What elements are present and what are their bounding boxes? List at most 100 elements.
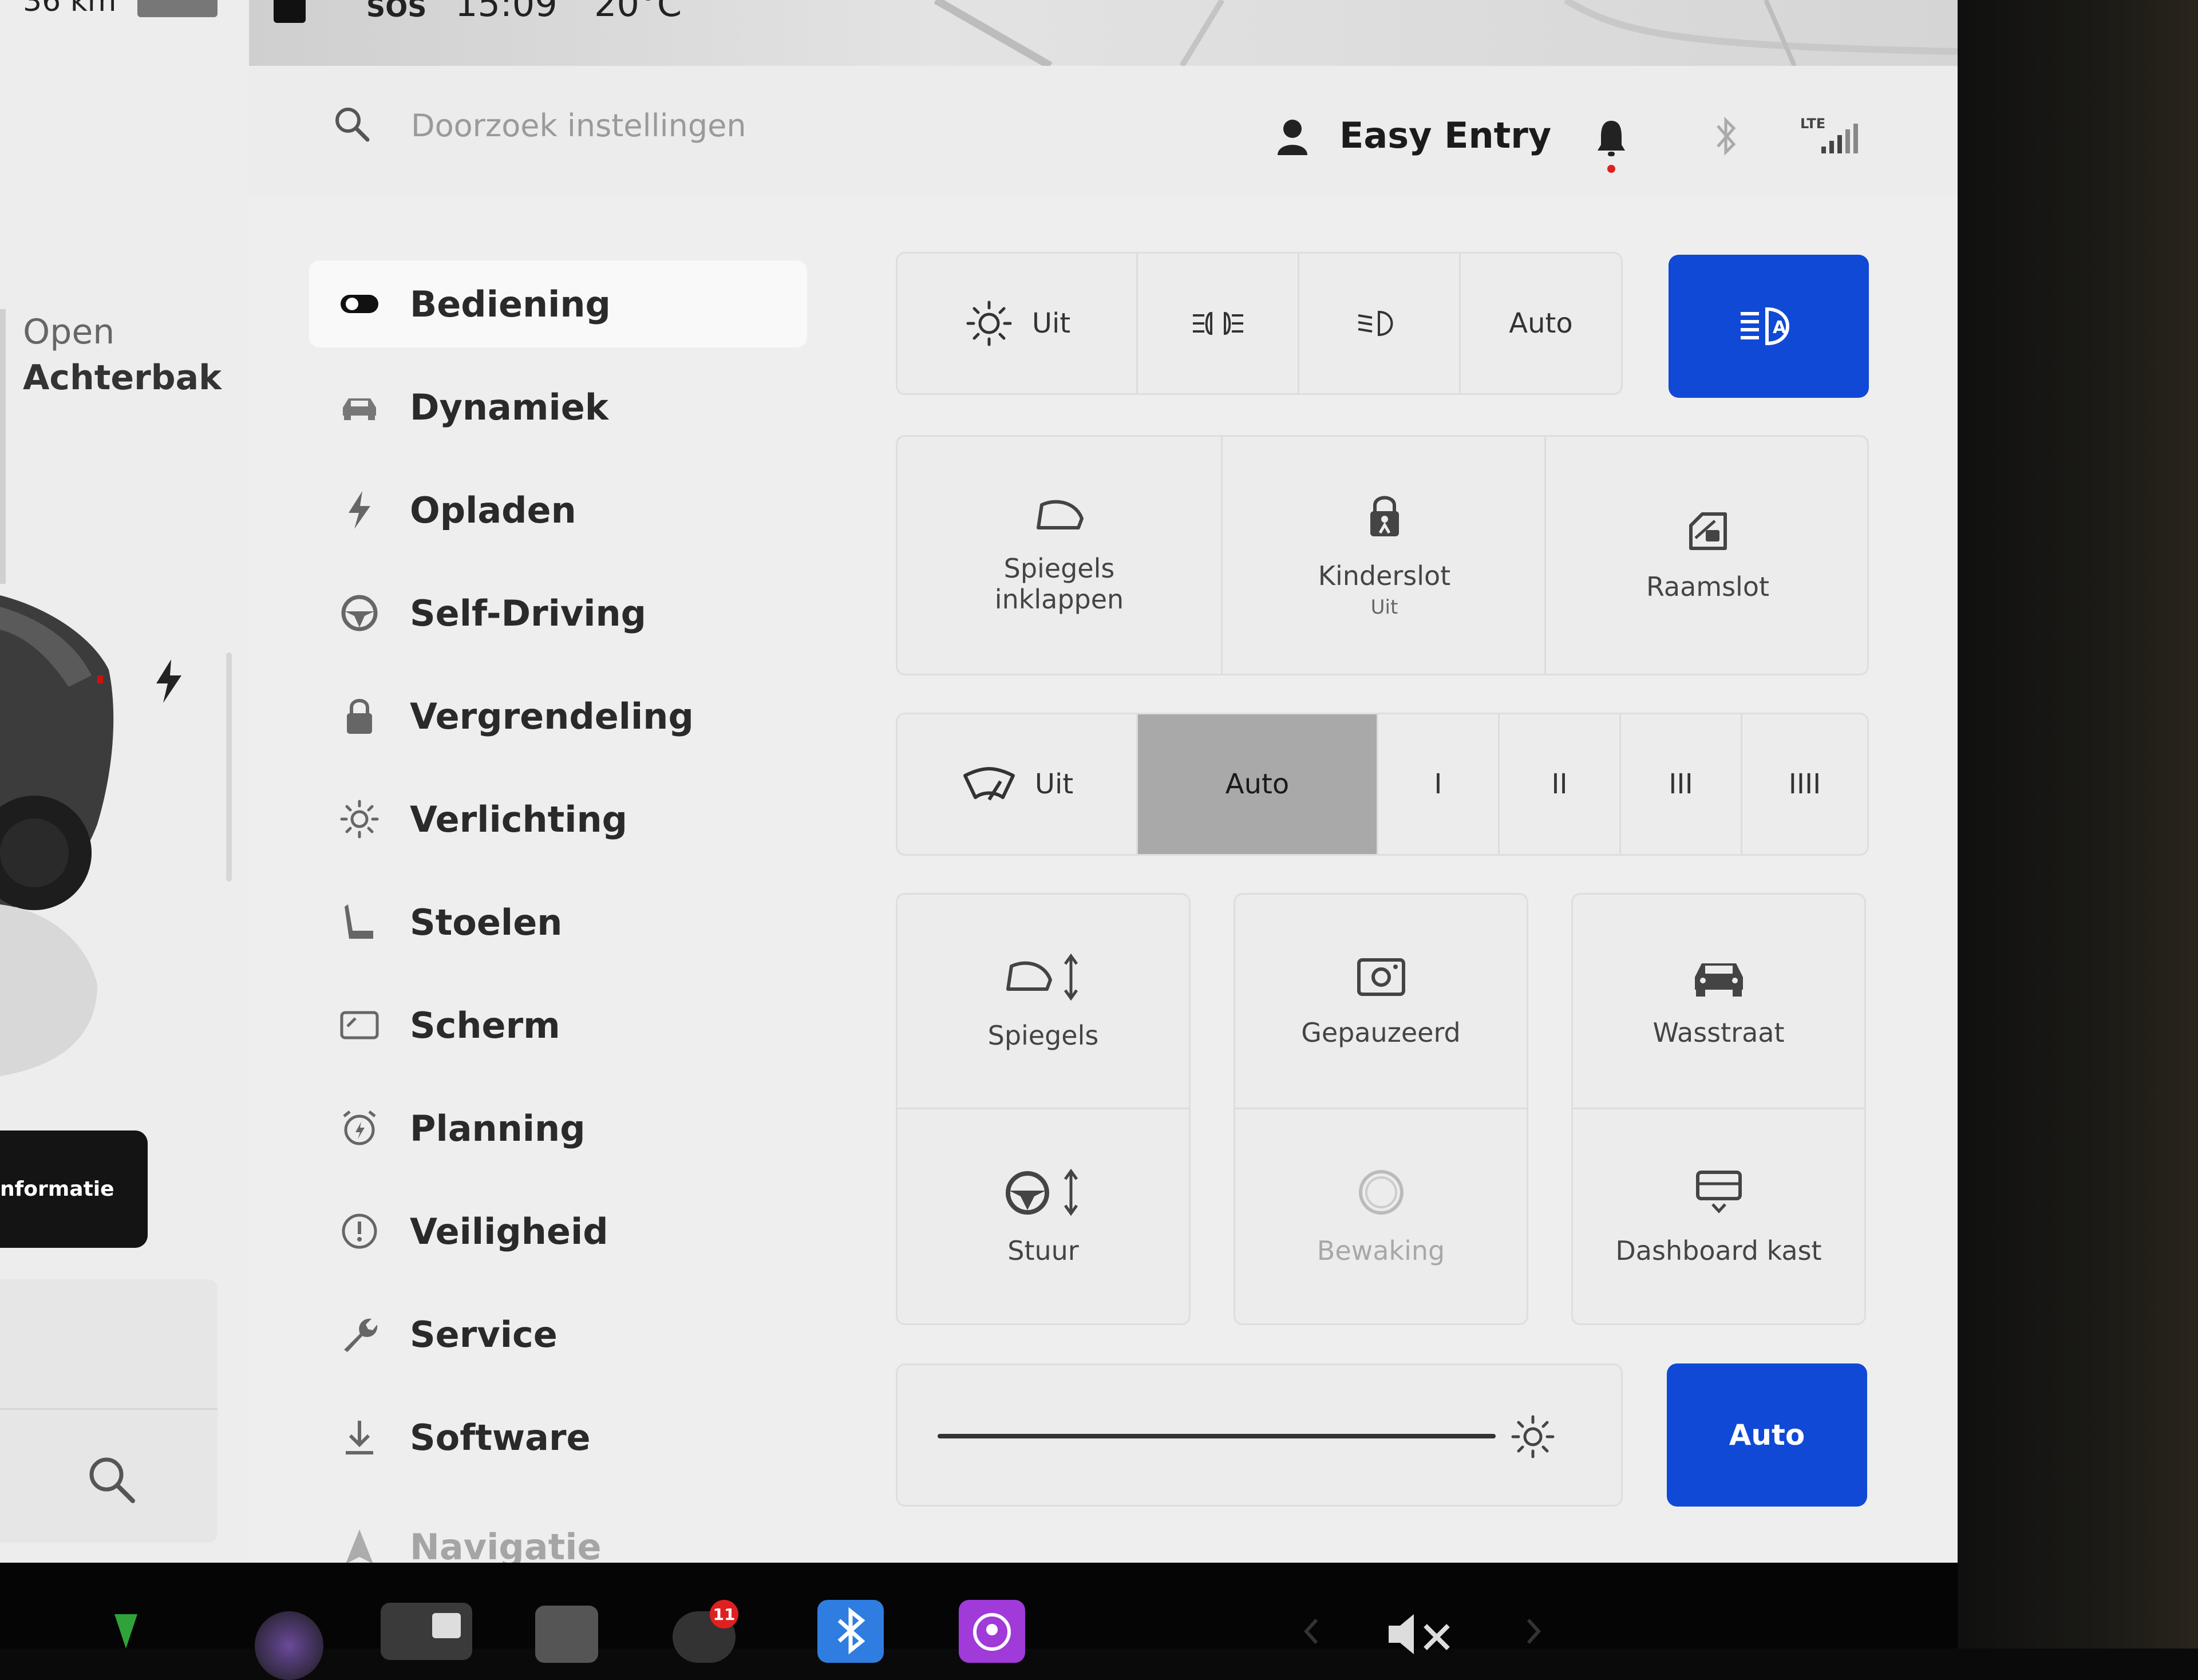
wiper-speed-label: I (1434, 768, 1442, 800)
sidebar-item-scherm[interactable]: Scherm (309, 982, 807, 1069)
volume-muted-icon[interactable] (1385, 1608, 1460, 1660)
glovebox-button[interactable]: Dashboard kast (1573, 1109, 1864, 1323)
search-icon[interactable] (86, 1454, 137, 1505)
clock: 15:09 (455, 0, 558, 25)
camera-app-icon[interactable] (255, 1611, 323, 1680)
sidebar-item-label: Self-Driving (410, 592, 647, 634)
dashcam-button[interactable]: Gepauzeerd (1235, 895, 1527, 1108)
sidebar-item-label: Planning (410, 1107, 586, 1149)
bluetooth-icon[interactable] (1709, 114, 1743, 160)
sun-icon (338, 797, 381, 841)
wiper-speed-label: IIII (1788, 768, 1821, 800)
wiper-speed-label: II (1551, 768, 1568, 800)
brightness-auto-button[interactable]: Auto (1667, 1363, 1867, 1507)
display-icon (338, 1003, 381, 1047)
chevron-right-icon[interactable] (1523, 1614, 1545, 1649)
headlights-off-option[interactable]: Uit (898, 254, 1138, 393)
wipers-off-label: Uit (1034, 768, 1074, 800)
sidebar-item-service[interactable]: Service (309, 1291, 807, 1378)
wipers-off-option[interactable]: Uit (898, 714, 1138, 854)
chevron-left-icon[interactable] (1299, 1614, 1322, 1649)
profile-icon[interactable] (1275, 117, 1310, 157)
search-input[interactable]: Doorzoek instellingen (411, 108, 746, 144)
sidebar-item-stoelen[interactable]: Stoelen (309, 879, 807, 966)
sidebar-item-opladen[interactable]: Opladen (309, 467, 807, 554)
sidebar-item-label: Bediening (410, 283, 611, 325)
sidebar-item-bediening[interactable]: Bediening (309, 260, 807, 347)
panel-scrollbar[interactable] (226, 653, 232, 881)
sidebar-item-veiligheid[interactable]: Veiligheid (309, 1188, 807, 1275)
window-lock-label: Raamslot (1646, 571, 1770, 602)
alarm-icon (338, 1106, 381, 1150)
car-shortcut-icon[interactable] (103, 1614, 149, 1649)
wiper-speed-2[interactable]: II (1500, 714, 1621, 854)
sidebar-item-planning[interactable]: Planning (309, 1085, 807, 1172)
bell-icon[interactable] (1594, 117, 1628, 175)
brightness-card (896, 1363, 1623, 1507)
sidebar-item-verlichting[interactable]: Verlichting (309, 776, 807, 863)
parking-lights-option[interactable] (1138, 254, 1299, 393)
wiper-speed-3[interactable]: III (1621, 714, 1742, 854)
profile-name[interactable]: Easy Entry (1339, 114, 1551, 156)
toggle-icon (338, 282, 381, 326)
auto-high-beam-button[interactable]: A (1669, 255, 1869, 398)
podcasts-app-icon[interactable] (959, 1600, 1025, 1663)
bluetooth-app-icon[interactable] (817, 1600, 884, 1663)
wiper-speed-1[interactable]: I (1378, 714, 1500, 854)
child-lock-button[interactable]: Kinderslot Uit (1223, 437, 1546, 674)
tile-column-1: Spiegels Stuur (896, 893, 1191, 1325)
information-button-label: nformatie (0, 1177, 114, 1201)
steering-adjust-icon (1005, 1168, 1078, 1216)
wiper-speed-4[interactable]: IIII (1742, 714, 1867, 854)
sentry-mode-button[interactable]: Bewaking (1235, 1109, 1527, 1323)
wiper-speed-label: III (1669, 768, 1693, 800)
fold-mirrors-button[interactable]: Spiegels inklappen (898, 437, 1221, 674)
battery-indicator (137, 0, 218, 17)
sos-indicator: SOS (366, 0, 427, 23)
sidebar-item-label: Vergrendeling (410, 695, 694, 737)
sidebar-item-navigatie[interactable]: Navigatie (309, 1497, 807, 1563)
panel-divider (0, 309, 6, 584)
child-lock-label: Kinderslot (1318, 560, 1451, 591)
notification-badge: 11 (710, 1600, 738, 1628)
child-lock-icon (1370, 496, 1399, 536)
brightness-icon (1511, 1415, 1555, 1458)
manual-app-icon[interactable] (535, 1606, 598, 1663)
car-icon (338, 385, 381, 429)
quick-controls-card: Spiegels inklappen Kinderslot Uit Raamsl… (896, 435, 1869, 675)
car-reflection (0, 904, 97, 1076)
mirrors-adjust-button[interactable]: Spiegels (898, 895, 1189, 1108)
charging-bolt-icon (156, 659, 181, 703)
sidebar-item-dynamiek[interactable]: Dynamiek (309, 363, 807, 450)
outside-temperature: 20°C (594, 0, 682, 25)
tile-column-3: Wasstraat Dashboard kast (1571, 893, 1866, 1325)
sidebar-item-software[interactable]: Software (309, 1394, 807, 1481)
sidebar-item-label: Software (410, 1416, 591, 1458)
tile-column-2: Gepauzeerd Bewaking (1234, 893, 1528, 1325)
sidebar-item-label: Service (410, 1313, 558, 1355)
fold-mirrors-label-2: inklappen (994, 584, 1124, 615)
window-lock-button[interactable]: Raamslot (1546, 437, 1869, 674)
headlights-auto-option[interactable]: Auto (1461, 254, 1621, 393)
low-beam-option[interactable] (1299, 254, 1461, 393)
sidebar (0, 0, 1, 1)
sidebar-item-vergrendeling[interactable]: Vergrendeling (309, 673, 807, 760)
lock-status-icon[interactable] (274, 0, 306, 23)
sidebar-item-self-driving[interactable]: Self-Driving (309, 570, 807, 657)
parking-lights-icon (1192, 311, 1243, 335)
search-icon (335, 108, 370, 142)
steering-adjust-button[interactable]: Stuur (898, 1109, 1189, 1323)
car-wash-label: Wasstraat (1653, 1017, 1785, 1048)
car-wash-button[interactable]: Wasstraat (1573, 895, 1864, 1108)
navigation-icon (338, 1525, 381, 1563)
media-app-icon[interactable] (381, 1603, 472, 1660)
dashcam-label: Gepauzeerd (1301, 1017, 1461, 1048)
sidebar-item-label: Veiligheid (410, 1210, 608, 1252)
wipers-auto-option[interactable]: Auto (1138, 714, 1378, 854)
sentry-icon (1358, 1170, 1404, 1215)
brightness-slider-fill[interactable] (938, 1434, 1496, 1438)
sidebar-item-label: Dynamiek (410, 386, 608, 428)
trunk-label[interactable]: Achterbak (23, 358, 222, 398)
trunk-label-open[interactable]: Open (23, 312, 114, 352)
information-button[interactable]: nformatie (0, 1130, 148, 1248)
